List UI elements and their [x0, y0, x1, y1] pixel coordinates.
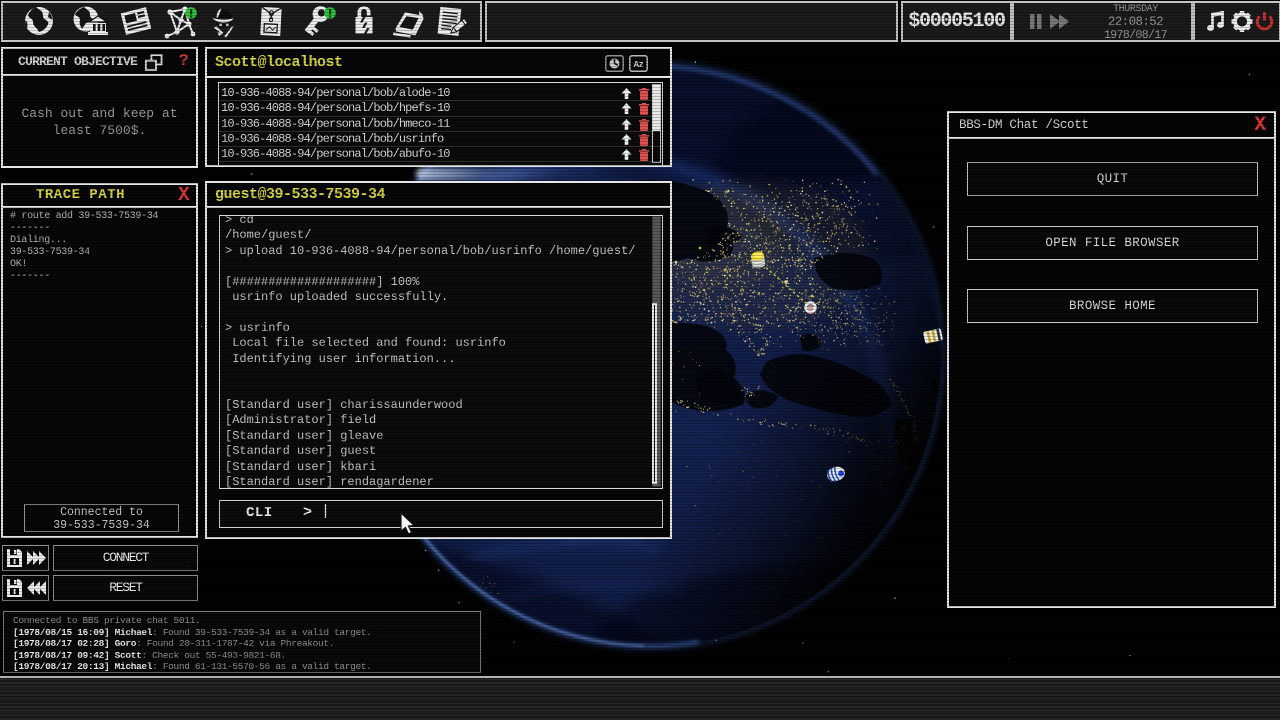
- svg-text:Az: Az: [634, 60, 644, 70]
